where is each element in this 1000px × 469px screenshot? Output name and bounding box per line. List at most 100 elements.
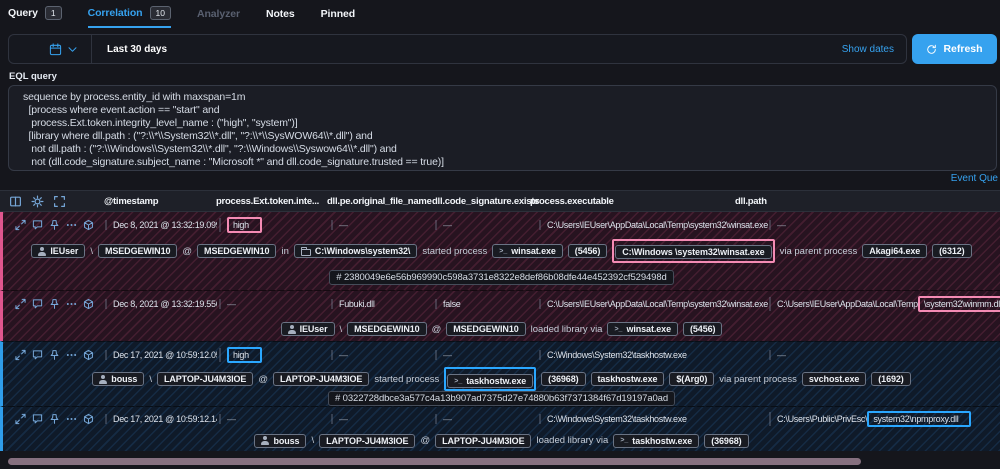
fullscreen-icon[interactable] bbox=[53, 195, 66, 208]
value-chip[interactable]: (5456) bbox=[683, 322, 722, 336]
value-chip[interactable]: (1692) bbox=[871, 372, 910, 386]
pin-icon[interactable] bbox=[49, 220, 60, 231]
timestamp-cell[interactable]: Dec 8, 2021 @ 13:32:19.099 bbox=[105, 220, 217, 230]
event-query-link[interactable]: Event Que bbox=[0, 173, 1000, 187]
value-chip[interactable]: C:\Windows\system32\ bbox=[294, 244, 417, 258]
value-chip[interactable]: (5456) bbox=[568, 244, 607, 258]
analyze-event-icon[interactable] bbox=[83, 350, 94, 361]
value-chip[interactable]: C:\Windows \system32\winsat.exe bbox=[615, 245, 771, 259]
value-chip[interactable]: taskhostw.exe bbox=[591, 372, 665, 386]
dllpath-cell[interactable]: — bbox=[769, 220, 786, 230]
event-columns-line: Dec 8, 2021 @ 13:32:19.099 high — — C:\U… bbox=[3, 212, 1000, 238]
value-chip[interactable]: >_taskhostw.exe bbox=[613, 434, 699, 448]
add-note-icon[interactable] bbox=[32, 413, 43, 424]
value-chip[interactable]: IEUser bbox=[281, 322, 335, 336]
signature-cell[interactable]: — bbox=[435, 350, 452, 360]
expand-event-icon[interactable] bbox=[15, 299, 26, 310]
signature-cell[interactable]: — bbox=[435, 414, 452, 424]
expand-event-icon[interactable] bbox=[15, 350, 26, 361]
value-chip[interactable]: $(Arg0) bbox=[669, 372, 714, 386]
tab-pinned[interactable]: Pinned bbox=[321, 8, 355, 28]
value-chip[interactable]: MSEDGEWIN10 bbox=[197, 244, 276, 258]
value-chip[interactable]: (36968) bbox=[541, 372, 585, 386]
executable-cell[interactable]: C:\Windows\System32\taskhostw.exe bbox=[539, 414, 687, 424]
column-header-signature[interactable]: dll.code_signature.exists bbox=[432, 196, 539, 207]
value-chip[interactable]: (6312) bbox=[932, 244, 971, 258]
value-chip[interactable]: Akagi64.exe bbox=[862, 244, 927, 258]
value-chip[interactable]: MSEDGEWIN10 bbox=[98, 244, 177, 258]
add-note-icon[interactable] bbox=[32, 299, 43, 310]
show-dates-link[interactable]: Show dates bbox=[842, 44, 906, 55]
value-chip[interactable]: (36968) bbox=[704, 434, 748, 448]
value-chip[interactable]: MSEDGEWIN10 bbox=[347, 322, 426, 336]
user-icon bbox=[99, 375, 107, 384]
pin-icon[interactable] bbox=[49, 413, 60, 424]
expand-event-icon[interactable] bbox=[15, 413, 26, 424]
tab-query[interactable]: Query 1 bbox=[8, 6, 62, 28]
executable-cell[interactable]: C:\Users\IEUser\AppData\Local\Temp\syste… bbox=[539, 299, 768, 309]
column-header-dllpath[interactable]: dll.path bbox=[735, 196, 767, 207]
dllpath-cell[interactable]: C:\Users\IEUser\AppData\Local\Temp\syste… bbox=[769, 297, 1000, 311]
value-chip[interactable]: >_winsat.exe bbox=[607, 322, 678, 336]
expand-event-icon[interactable] bbox=[15, 220, 26, 231]
filename-cell[interactable]: — bbox=[331, 414, 348, 424]
column-header-timestamp[interactable]: @timestamp bbox=[104, 196, 158, 207]
tab-correlation[interactable]: Correlation 10 bbox=[88, 6, 171, 28]
integrity-cell[interactable]: — bbox=[219, 299, 236, 309]
integrity-cell[interactable]: — bbox=[219, 414, 236, 424]
value-chip[interactable]: MSEDGEWIN10 bbox=[446, 322, 525, 336]
refresh-button[interactable]: Refresh bbox=[912, 34, 997, 64]
pin-icon[interactable] bbox=[49, 299, 60, 310]
eql-query-editor[interactable]: sequence by process.entity_id with maxsp… bbox=[8, 85, 997, 171]
more-actions-icon[interactable] bbox=[66, 350, 77, 361]
filename-cell[interactable]: Fubuki.dll bbox=[331, 299, 375, 309]
gear-icon[interactable] bbox=[31, 195, 44, 208]
add-note-icon[interactable] bbox=[32, 220, 43, 231]
column-header-executable[interactable]: process.executable bbox=[530, 196, 614, 207]
value-chip[interactable]: bouss bbox=[254, 434, 306, 448]
timestamp-cell[interactable]: Dec 17, 2021 @ 10:59:12.059 bbox=[105, 350, 217, 360]
value-chip[interactable]: LAPTOP-JU4M3IOE bbox=[319, 434, 415, 448]
signature-cell[interactable]: false bbox=[435, 299, 461, 309]
dllpath-cell[interactable]: C:\Users\Public\PrivEsc\system32\npmprox… bbox=[769, 412, 971, 426]
dllpath-cell[interactable]: — bbox=[769, 350, 786, 360]
value-chip[interactable]: IEUser bbox=[31, 244, 85, 258]
more-actions-icon[interactable] bbox=[66, 413, 77, 424]
value-chip[interactable]: svchost.exe bbox=[802, 372, 866, 386]
columns-icon[interactable] bbox=[9, 195, 22, 208]
more-actions-icon[interactable] bbox=[66, 220, 77, 231]
analyze-event-icon[interactable] bbox=[83, 220, 94, 231]
tab-notes[interactable]: Notes bbox=[266, 8, 295, 28]
value-chip[interactable]: LAPTOP-JU4M3IOE bbox=[157, 372, 253, 386]
pin-icon[interactable] bbox=[49, 350, 60, 361]
value-chip[interactable]: LAPTOP-JU4M3IOE bbox=[435, 434, 531, 448]
filename-cell[interactable]: — bbox=[331, 350, 348, 360]
column-header-integrity[interactable]: process.Ext.token.inte... bbox=[216, 196, 319, 207]
integrity-cell[interactable]: high bbox=[219, 218, 262, 232]
filename-cell[interactable]: — bbox=[331, 220, 348, 230]
more-actions-icon[interactable] bbox=[66, 299, 77, 310]
analyze-event-icon[interactable] bbox=[83, 299, 94, 310]
column-header-filename[interactable]: dll.pe.original_file_name bbox=[327, 196, 432, 207]
add-note-icon[interactable] bbox=[32, 350, 43, 361]
timestamp-cell[interactable]: Dec 8, 2021 @ 13:32:19.556 bbox=[105, 299, 217, 309]
executable-cell[interactable]: C:\Windows\System32\taskhostw.exe bbox=[539, 350, 687, 360]
value-chip[interactable]: bouss bbox=[92, 372, 144, 386]
quick-select-button[interactable] bbox=[9, 35, 92, 63]
event-row[interactable]: Dec 17, 2021 @ 10:59:12.059 high — — C:\… bbox=[0, 341, 1000, 406]
hash-chip[interactable]: # 2380049e6e56b969990c598a3731e8322e8def… bbox=[329, 270, 673, 285]
analyze-event-icon[interactable] bbox=[83, 413, 94, 424]
integrity-cell[interactable]: high bbox=[219, 348, 262, 362]
event-row[interactable]: Dec 8, 2021 @ 13:32:19.556 — Fubuki.dll … bbox=[0, 290, 1000, 341]
hash-chip[interactable]: # 0322728dbce3a577c4a13b907ad7375d27e748… bbox=[328, 391, 675, 406]
event-row[interactable]: Dec 8, 2021 @ 13:32:19.099 high — — C:\U… bbox=[0, 212, 1000, 290]
signature-cell[interactable]: — bbox=[435, 220, 452, 230]
date-range-label[interactable]: Last 30 days bbox=[92, 44, 842, 55]
value-chip[interactable]: >_winsat.exe bbox=[492, 244, 563, 258]
horizontal-scrollbar[interactable] bbox=[8, 458, 861, 465]
executable-cell[interactable]: C:\Users\IEUser\AppData\Local\Temp\syste… bbox=[539, 220, 768, 230]
value-chip[interactable]: LAPTOP-JU4M3IOE bbox=[273, 372, 369, 386]
event-row[interactable]: Dec 17, 2021 @ 10:59:12.144 — — — C:\Win… bbox=[0, 406, 1000, 451]
value-chip[interactable]: >_taskhostw.exe bbox=[447, 374, 533, 388]
timestamp-cell[interactable]: Dec 17, 2021 @ 10:59:12.144 bbox=[105, 414, 217, 424]
